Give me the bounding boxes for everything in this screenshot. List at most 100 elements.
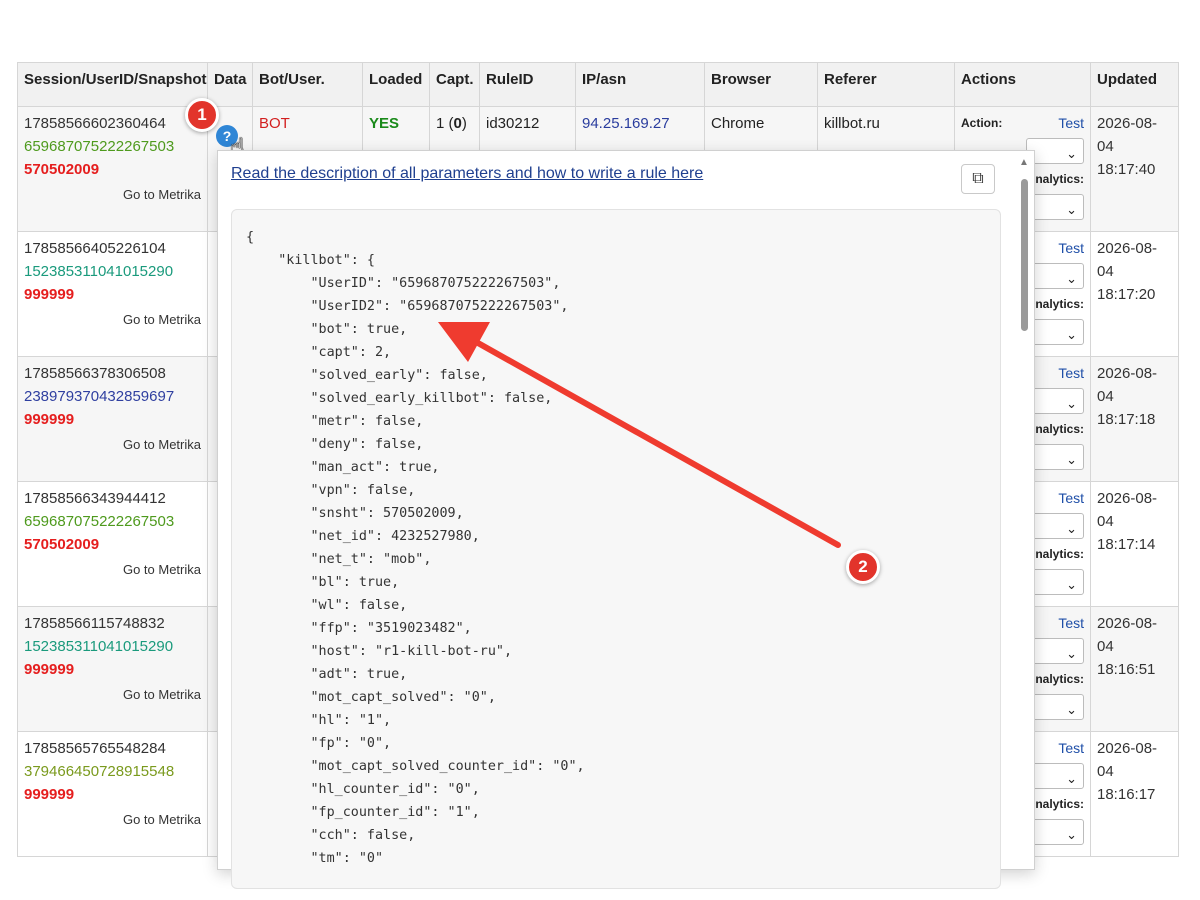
- updated-cell: 2026-08- 04 18:17:14: [1090, 481, 1179, 607]
- col-header-bot-user[interactable]: Bot/User.: [252, 62, 363, 107]
- snapshot-id[interactable]: 999999: [24, 283, 201, 306]
- chevron-down-icon: ⌄: [1066, 827, 1077, 842]
- updated-time: 18:17:20: [1097, 286, 1156, 303]
- session-cell: 17858566602360464 659687075222267503 570…: [17, 106, 208, 232]
- parameters-description-link[interactable]: Read the description of all parameters a…: [231, 165, 703, 183]
- json-code-block: { "killbot": { "UserID": "65968707522226…: [231, 209, 1001, 889]
- updated-time: 18:16:17: [1097, 786, 1156, 803]
- updated-date: 2026-08-: [1097, 490, 1158, 507]
- user-id[interactable]: 659687075222267503: [24, 510, 201, 533]
- col-header-rule[interactable]: RuleID: [479, 62, 576, 107]
- annotation-badge-1: 1: [185, 98, 219, 132]
- test-link[interactable]: Test: [1058, 737, 1084, 760]
- session-id[interactable]: 17858566405226104: [24, 237, 201, 260]
- updated-time: 18:17:40: [1097, 161, 1156, 178]
- updated-date-day: 04: [1097, 513, 1114, 530]
- updated-date: 2026-08-: [1097, 240, 1158, 257]
- user-id[interactable]: 379466450728915548: [24, 760, 201, 783]
- col-header-loaded[interactable]: Loaded: [362, 62, 430, 107]
- updated-time: 18:17:18: [1097, 411, 1156, 428]
- col-header-ip[interactable]: IP/asn: [575, 62, 705, 107]
- go-to-metrika-link[interactable]: Go to Metrika: [24, 683, 201, 706]
- session-id[interactable]: 17858565765548284: [24, 737, 201, 760]
- chevron-down-icon: ⌄: [1066, 396, 1077, 411]
- updated-date: 2026-08-: [1097, 365, 1158, 382]
- snapshot-id[interactable]: 999999: [24, 658, 201, 681]
- browser-name: Chrome: [711, 115, 765, 132]
- session-id[interactable]: 17858566602360464: [24, 112, 201, 135]
- updated-date-day: 04: [1097, 138, 1114, 155]
- go-to-metrika-link[interactable]: Go to Metrika: [24, 433, 201, 456]
- col-header-actions[interactable]: Actions: [954, 62, 1091, 107]
- chevron-down-icon: ⌄: [1066, 646, 1077, 661]
- data-popup: Read the description of all parameters a…: [217, 150, 1035, 889]
- updated-cell: 2026-08- 04 18:16:17: [1090, 731, 1179, 857]
- snapshot-id[interactable]: 570502009: [24, 158, 201, 181]
- session-cell: 17858565765548284 379466450728915548 999…: [17, 731, 208, 857]
- scrollbar-thumb[interactable]: [1021, 179, 1028, 331]
- rule-id[interactable]: id30212: [486, 115, 539, 132]
- test-link[interactable]: Test: [1058, 112, 1084, 135]
- col-header-capt[interactable]: Capt.: [429, 62, 480, 107]
- capt-sub-count: 0: [453, 115, 462, 132]
- user-id[interactable]: 152385311041015290: [24, 260, 201, 283]
- user-id[interactable]: 659687075222267503: [24, 135, 201, 158]
- session-id[interactable]: 17858566378306508: [24, 362, 201, 385]
- snapshot-id[interactable]: 999999: [24, 408, 201, 431]
- session-id[interactable]: 17858566343944412: [24, 487, 201, 510]
- updated-time: 18:16:51: [1097, 661, 1156, 678]
- test-link[interactable]: Test: [1058, 237, 1084, 260]
- go-to-metrika-link[interactable]: Go to Metrika: [24, 808, 201, 831]
- updated-date-day: 04: [1097, 263, 1114, 280]
- updated-cell: 2026-08- 04 18:17:20: [1090, 231, 1179, 357]
- session-cell: 17858566405226104 152385311041015290 999…: [17, 231, 208, 357]
- annotation-badge-2: 2: [846, 550, 880, 584]
- updated-date: 2026-08-: [1097, 740, 1158, 757]
- snapshot-id[interactable]: 570502009: [24, 533, 201, 556]
- popup-scrollbar[interactable]: ▲: [1016, 157, 1032, 867]
- col-header-browser[interactable]: Browser: [704, 62, 818, 107]
- chevron-down-icon: ⌄: [1066, 271, 1077, 286]
- test-link[interactable]: Test: [1058, 612, 1084, 635]
- snapshot-id[interactable]: 999999: [24, 783, 201, 806]
- user-id[interactable]: 152385311041015290: [24, 635, 201, 658]
- chevron-down-icon: ⌄: [1066, 452, 1077, 467]
- updated-date-day: 04: [1097, 388, 1114, 405]
- test-link[interactable]: Test: [1058, 362, 1084, 385]
- session-cell: 17858566378306508 238979370432859697 999…: [17, 356, 208, 482]
- copy-button[interactable]: ⧉: [961, 164, 995, 194]
- ip-address[interactable]: 94.25.169.27: [582, 115, 670, 132]
- chevron-down-icon: ⌄: [1066, 327, 1077, 342]
- chevron-down-icon: ⌄: [1066, 771, 1077, 786]
- chevron-down-icon: ⌄: [1066, 202, 1077, 217]
- go-to-metrika-link[interactable]: Go to Metrika: [24, 308, 201, 331]
- go-to-metrika-link[interactable]: Go to Metrika: [24, 183, 201, 206]
- col-header-session[interactable]: Session/UserID/Snapshot: [17, 62, 208, 107]
- session-cell: 17858566115748832 152385311041015290 999…: [17, 606, 208, 732]
- user-id[interactable]: 238979370432859697: [24, 385, 201, 408]
- updated-date-day: 04: [1097, 638, 1114, 655]
- chevron-down-icon: ⌄: [1066, 702, 1077, 717]
- updated-cell: 2026-08- 04 18:17:18: [1090, 356, 1179, 482]
- scroll-up-arrow-icon[interactable]: ▲: [1019, 157, 1029, 168]
- session-cell: 17858566343944412 659687075222267503 570…: [17, 481, 208, 607]
- json-text: { "killbot": { "UserID": "65968707522226…: [246, 230, 585, 866]
- col-header-updated[interactable]: Updated: [1090, 62, 1179, 107]
- chevron-down-icon: ⌄: [1066, 521, 1077, 536]
- updated-date: 2026-08-: [1097, 115, 1158, 132]
- go-to-metrika-link[interactable]: Go to Metrika: [24, 558, 201, 581]
- page: Session/UserID/Snapshot Data Bot/User. L…: [0, 0, 1200, 900]
- chevron-down-icon: ⌄: [1066, 146, 1077, 161]
- loaded-status: YES: [369, 115, 400, 132]
- session-id[interactable]: 17858566115748832: [24, 612, 201, 635]
- test-link[interactable]: Test: [1058, 487, 1084, 510]
- updated-date: 2026-08-: [1097, 615, 1158, 632]
- updated-cell: 2026-08- 04 18:17:40: [1090, 106, 1179, 232]
- col-header-referer[interactable]: Referer: [817, 62, 955, 107]
- chevron-down-icon: ⌄: [1066, 577, 1077, 592]
- capt-count: 1: [436, 115, 445, 132]
- updated-time: 18:17:14: [1097, 536, 1156, 553]
- col-header-data[interactable]: Data: [207, 62, 253, 107]
- action-label: Action:: [961, 116, 1003, 130]
- updated-date-day: 04: [1097, 763, 1114, 780]
